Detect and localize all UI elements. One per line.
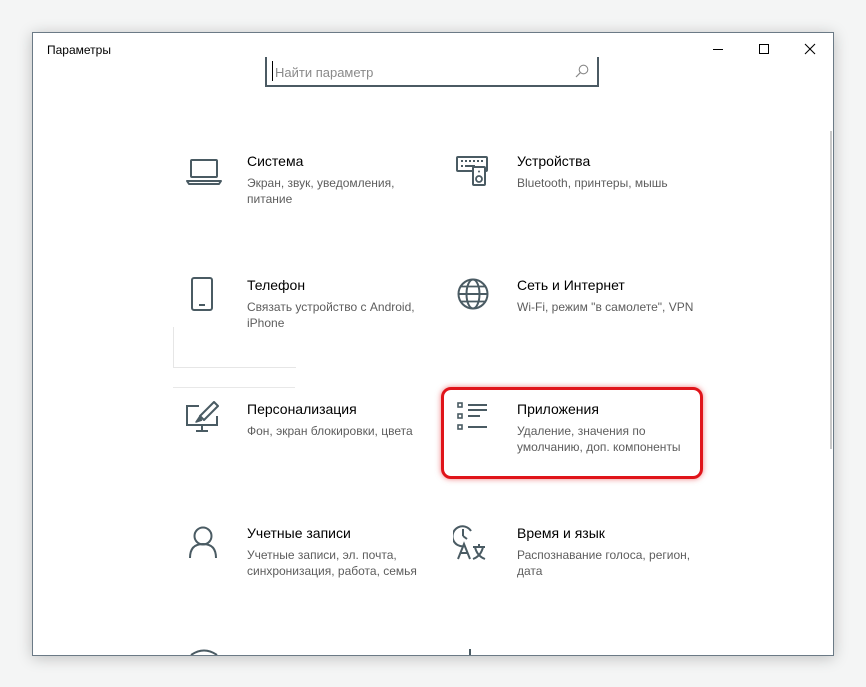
gaming-icon <box>190 649 218 655</box>
tile-devices-desc: Bluetooth, принтеры, мышь <box>517 176 668 190</box>
paint-monitor-icon <box>186 401 219 432</box>
tile-network[interactable]: Сеть и Интернет Wi-Fi, режим "в самолете… <box>453 277 693 361</box>
close-button[interactable] <box>787 33 833 65</box>
tile-system-desc: Экран, звук, уведомления, питание <box>247 176 395 206</box>
tile-phone[interactable]: Телефон Связать устройство с Android, iP… <box>183 277 423 361</box>
highlight-frame <box>441 387 703 479</box>
window-title: Параметры <box>47 43 111 57</box>
tile-network-title: Сеть и Интернет <box>517 277 625 293</box>
tile-network-desc: Wi-Fi, режим "в самолете", VPN <box>517 300 694 314</box>
tile-system[interactable]: Система Экран, звук, уведомления, питани… <box>183 153 423 237</box>
tile-time-language[interactable]: Время и язык Распознавание голоса, регио… <box>453 525 693 609</box>
divider <box>173 387 295 388</box>
time-language-icon <box>453 525 486 560</box>
maximize-icon <box>759 44 769 54</box>
maximize-button[interactable] <box>741 33 787 65</box>
phone-icon <box>191 277 213 311</box>
tile-personalization[interactable]: Персонализация Фон, экран блокировки, цв… <box>183 401 423 485</box>
minimize-button[interactable] <box>695 33 741 65</box>
keyboard-speaker-icon <box>456 156 488 186</box>
tile-accounts-desc: Учетные записи, эл. почта, синхронизация… <box>247 548 417 578</box>
search-input[interactable] <box>275 61 565 83</box>
tile-devices-title: Устройства <box>517 153 591 169</box>
settings-window: Параметры Система Экран, звук, уведомлен… <box>32 32 834 656</box>
tile-accounts-title: Учетные записи <box>247 525 351 541</box>
tile-phone-title: Телефон <box>247 277 306 293</box>
tile-time-language-title: Время и язык <box>517 525 605 541</box>
tile-phone-desc: Связать устройство с Android, iPhone <box>247 300 415 330</box>
search-icon[interactable] <box>575 64 589 78</box>
tile-time-language-desc: Распознавание голоса, регион, дата <box>517 548 691 578</box>
minimize-icon <box>713 49 723 50</box>
tile-accounts[interactable]: Учетные записи Учетные записи, эл. почта… <box>183 525 423 609</box>
scrollbar[interactable] <box>830 131 832 449</box>
tile-system-title: Система <box>247 153 304 169</box>
text-caret <box>272 61 273 81</box>
accessibility-icon <box>469 649 471 655</box>
globe-icon <box>457 278 489 310</box>
laptop-icon <box>186 159 222 185</box>
person-icon <box>189 526 217 559</box>
close-icon <box>804 43 816 55</box>
tile-personalization-title: Персонализация <box>247 401 357 417</box>
tile-devices[interactable]: Устройства Bluetooth, принтеры, мышь <box>453 153 693 237</box>
tile-personalization-desc: Фон, экран блокировки, цвета <box>247 424 413 438</box>
search-box[interactable] <box>265 57 599 87</box>
